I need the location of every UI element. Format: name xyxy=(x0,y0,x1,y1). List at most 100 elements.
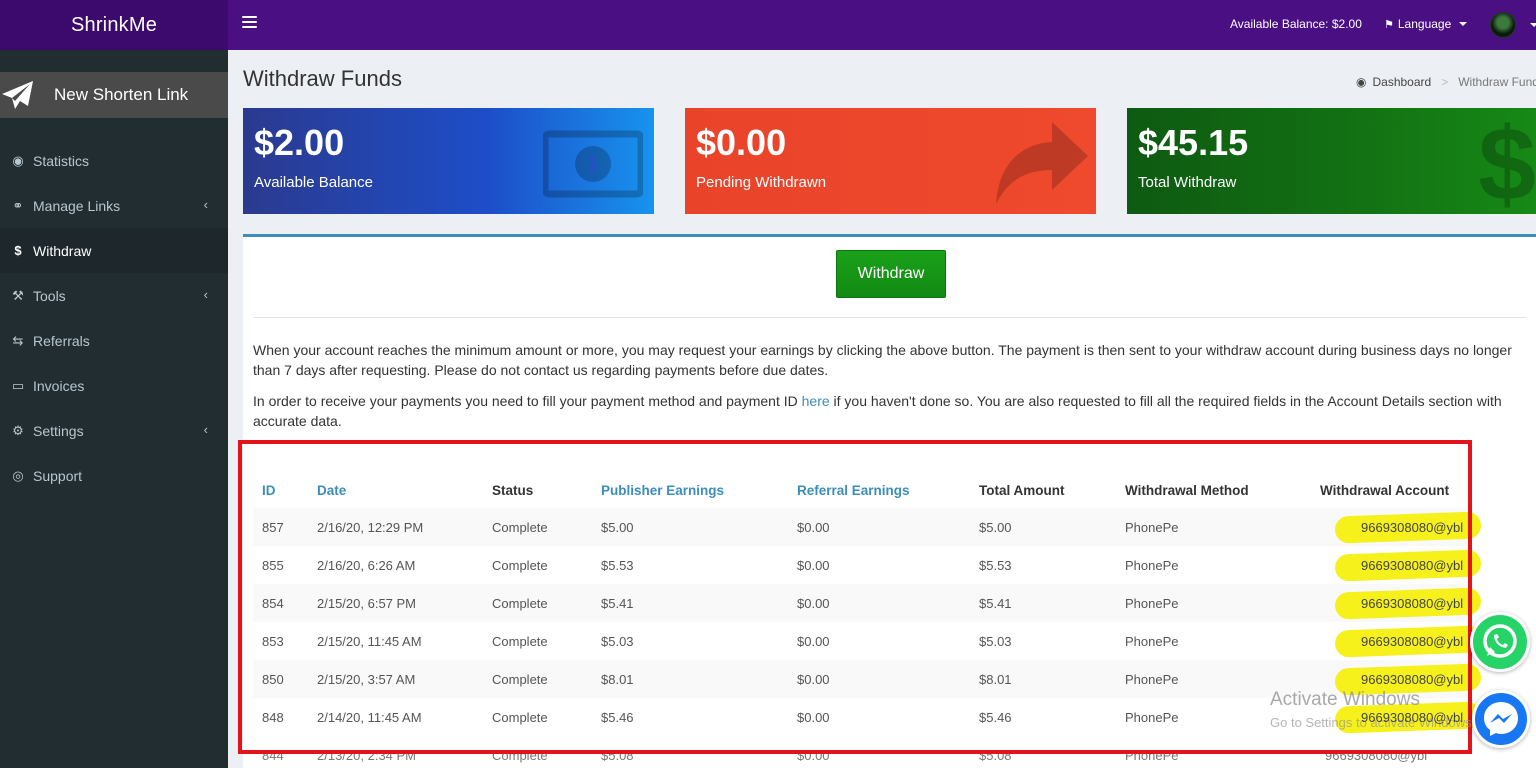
dollar-icon: $ xyxy=(14,243,22,258)
payment-info-text-start: In order to receive your payments you ne… xyxy=(253,393,802,409)
cell-total-amount: $5.03 xyxy=(979,633,1012,649)
chevron-left-icon: ‹ xyxy=(203,422,208,437)
activate-windows-watermark: Activate Windows xyxy=(1270,689,1420,710)
cell-withdrawal-account: 9669308080@ybl xyxy=(1286,508,1466,546)
new-shorten-link-label: New Shorten Link xyxy=(54,85,189,104)
cell-date: 2/16/20, 12:29 PM xyxy=(308,508,483,546)
cell-referral-earnings: $0.00 xyxy=(797,557,830,573)
sidebar-item-tools[interactable]: ⚒ Tools ‹ xyxy=(0,273,228,318)
menu-toggle-icon[interactable] xyxy=(242,16,257,30)
cell-id: 855 xyxy=(262,557,284,573)
sidebar-item-referrals[interactable]: ⇆ Referrals xyxy=(0,318,228,363)
cell-total-amount: $5.46 xyxy=(979,709,1012,725)
cell-withdrawal-method: PhonePe xyxy=(1116,508,1286,546)
cell-withdrawal-account: 9669308080@ybl xyxy=(1286,546,1466,584)
cell-withdrawal-method: PhonePe xyxy=(1125,633,1179,649)
highlighted-account: 9669308080@ybl xyxy=(1361,672,1463,687)
pending-withdrawn-box: $0.00 Pending Withdrawn xyxy=(685,108,1096,214)
cell-withdrawal-account: 9669308080@ybl xyxy=(1286,584,1466,622)
cell-status: Complete xyxy=(492,633,548,649)
column-header-date[interactable]: Date xyxy=(308,472,483,508)
cell-id: 857 xyxy=(253,508,308,546)
account-text: 9669308080@ybl xyxy=(1361,709,1464,725)
exchange-icon: ⇆ xyxy=(12,332,24,348)
cell-status: Complete xyxy=(483,508,592,546)
link-icon: ⚭ xyxy=(12,197,24,213)
cell-publisher-earnings: $5.08 xyxy=(601,748,634,763)
sidebar-item-statistics[interactable]: ◉ Statistics xyxy=(0,138,228,183)
sidebar-item-label: Statistics xyxy=(33,152,90,169)
sidebar-item-settings[interactable]: ⚙ Settings ‹ xyxy=(0,408,228,453)
account-text: 9669308080@ybl xyxy=(1361,671,1464,687)
stat-amount: $45.15 xyxy=(1138,122,1249,163)
whatsapp-chat-button[interactable] xyxy=(1470,612,1530,672)
sidebar-item-manage-links[interactable]: ⚭ Manage Links ‹ xyxy=(0,183,228,228)
messenger-icon xyxy=(1484,702,1518,736)
cell-withdrawal-account: 9669308080@ybl xyxy=(1286,622,1466,660)
table-row: 855 2/16/20, 6:26 AM Complete $5.53 $0.0… xyxy=(253,546,1466,584)
whatsapp-icon xyxy=(1483,624,1517,658)
sidebar-item-label: Tools xyxy=(33,287,66,304)
highlighted-account: 9669308080@ybl xyxy=(1361,634,1463,649)
cell-withdrawal-account: 9669308080@ybl xyxy=(1325,748,1428,763)
cell-withdrawal-method: PhonePe xyxy=(1125,748,1179,763)
new-shorten-link-button[interactable]: New Shorten Link xyxy=(0,72,228,118)
cell-status: Complete xyxy=(492,748,548,763)
caret-down-icon xyxy=(1459,22,1468,26)
flag-icon: ⚑ xyxy=(1384,18,1394,31)
cell-publisher-earnings: $8.01 xyxy=(592,660,788,698)
column-header-withdrawal-method: Withdrawal Method xyxy=(1125,482,1249,498)
chevron-left-icon: ‹ xyxy=(203,197,208,212)
payment-method-link[interactable]: here xyxy=(802,393,830,409)
cell-withdrawal-method: PhonePe xyxy=(1125,557,1179,573)
breadcrumb-home-link[interactable]: Dashboard xyxy=(1372,75,1431,89)
sidebar-item-label: Settings xyxy=(33,422,84,439)
top-navbar: Available Balance: $2.00 ⚑ Language xyxy=(228,0,1536,50)
withdraw-button[interactable]: Withdraw xyxy=(836,250,946,298)
account-text: 9669308080@ybl xyxy=(1361,595,1464,611)
stat-amount: $0.00 xyxy=(696,122,787,163)
cell-date: 2/13/20, 2:34 PM xyxy=(317,748,417,763)
sidebar-item-support[interactable]: ◎ Support xyxy=(0,453,228,498)
messenger-chat-button[interactable] xyxy=(1472,690,1530,748)
cell-status: Complete xyxy=(492,709,548,725)
column-header-referral-earnings[interactable]: Referral Earnings xyxy=(788,472,970,508)
cell-publisher-earnings: $5.41 xyxy=(592,584,788,622)
table-header-row: ID Date Status Publisher Earnings Referr… xyxy=(253,472,1466,508)
cell-withdrawal-method: PhonePe xyxy=(1116,660,1286,698)
breadcrumb-current: Withdraw Funds xyxy=(1458,75,1536,89)
stat-caption: Available Balance xyxy=(254,174,373,191)
column-header-publisher-earnings[interactable]: Publisher Earnings xyxy=(592,472,788,508)
gears-icon: ⚙ xyxy=(12,422,24,438)
sidebar-item-withdraw[interactable]: $ Withdraw xyxy=(0,228,228,273)
cell-referral-earnings: $0.00 xyxy=(797,748,830,763)
account-text: 9669308080@ybl xyxy=(1361,633,1464,649)
cell-total-amount: $8.01 xyxy=(970,660,1116,698)
column-header-withdrawal-account: Withdrawal Account xyxy=(1320,482,1450,498)
cell-status: Complete xyxy=(483,660,592,698)
language-dropdown[interactable]: ⚑ Language xyxy=(1384,17,1468,31)
cell-date: 2/14/20, 11:45 AM xyxy=(317,709,422,725)
avatar-caret-icon[interactable] xyxy=(1530,23,1536,27)
cell-id: 854 xyxy=(253,584,308,622)
language-label: Language xyxy=(1397,17,1452,31)
cell-date: 2/16/20, 6:26 AM xyxy=(317,557,416,573)
table-row: 854 2/15/20, 6:57 PM Complete $5.41 $0.0… xyxy=(253,584,1466,622)
dashboard-icon: ◉ xyxy=(12,152,24,168)
cell-total-amount: $5.41 xyxy=(970,584,1116,622)
user-avatar[interactable] xyxy=(1490,12,1516,38)
sidebar-item-label: Support xyxy=(33,467,83,484)
stat-caption: Pending Withdrawn xyxy=(696,174,827,191)
sidebar-item-invoices[interactable]: ▭ Invoices xyxy=(0,363,228,408)
column-header-id[interactable]: ID xyxy=(253,472,308,508)
cell-publisher-earnings: $5.46 xyxy=(601,709,634,725)
chevron-left-icon: ‹ xyxy=(203,287,208,302)
sidebar: New Shorten Link ◉ Statistics ⚭ Manage L… xyxy=(0,50,228,768)
highlighted-account: 9669308080@ybl xyxy=(1361,596,1463,611)
cell-referral-earnings: $0.00 xyxy=(797,709,830,725)
sidebar-item-label: Invoices xyxy=(33,377,85,394)
brand-logo[interactable]: ShrinkMe xyxy=(0,0,228,50)
available-balance-box: 1 $2.00 Available Balance xyxy=(243,108,654,214)
highlighted-account: 9669308080@ybl xyxy=(1361,520,1463,535)
stat-amount: $2.00 xyxy=(254,122,345,163)
